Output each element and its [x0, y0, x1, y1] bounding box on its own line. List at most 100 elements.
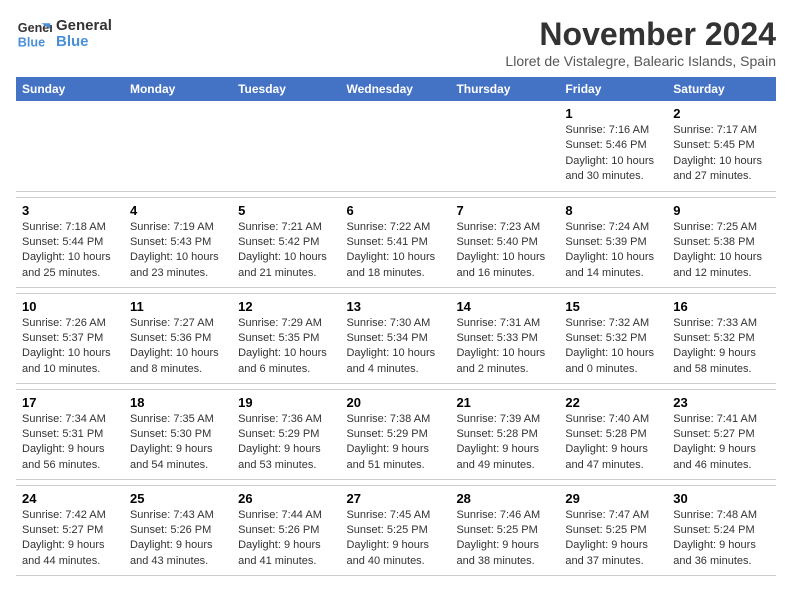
day-info: Sunrise: 7:19 AMSunset: 5:43 PMDaylight:… [130, 220, 226, 282]
day-info: Sunrise: 7:40 AMSunset: 5:28 PMDaylight:… [565, 412, 661, 474]
day-info: Sunrise: 7:45 AMSunset: 5:25 PMDaylight:… [346, 508, 444, 570]
day-info: Sunrise: 7:31 AMSunset: 5:33 PMDaylight:… [456, 316, 553, 378]
calendar-week-row: 10 Sunrise: 7:26 AMSunset: 5:37 PMDayligh… [16, 293, 776, 383]
logo-line2: Blue [56, 34, 112, 51]
day-info: Sunrise: 7:43 AMSunset: 5:26 PMDaylight:… [130, 508, 226, 570]
day-info: Sunrise: 7:38 AMSunset: 5:29 PMDaylight:… [346, 412, 444, 474]
svg-text:Blue: Blue [18, 36, 45, 50]
logo: General Blue General Blue [16, 16, 112, 52]
weekday-header: Wednesday [340, 77, 450, 101]
day-info: Sunrise: 7:16 AMSunset: 5:46 PMDaylight:… [565, 123, 661, 185]
day-info: Sunrise: 7:25 AMSunset: 5:38 PMDaylight:… [673, 220, 770, 282]
day-number: 22 [565, 395, 661, 410]
day-number: 15 [565, 299, 661, 314]
title-area: November 2024 Lloret de Vistalegre, Bale… [505, 16, 776, 69]
calendar-week-row: 17 Sunrise: 7:34 AMSunset: 5:31 PMDayligh… [16, 389, 776, 479]
calendar-cell: 1 Sunrise: 7:16 AMSunset: 5:46 PMDaylight… [559, 101, 667, 191]
calendar-cell: 26 Sunrise: 7:44 AMSunset: 5:26 PMDayligh… [232, 485, 340, 575]
location-title: Lloret de Vistalegre, Balearic Islands, … [505, 53, 776, 69]
day-number: 13 [346, 299, 444, 314]
day-number: 20 [346, 395, 444, 410]
day-number: 24 [22, 491, 118, 506]
calendar-week-row: 1 Sunrise: 7:16 AMSunset: 5:46 PMDaylight… [16, 101, 776, 191]
day-info: Sunrise: 7:17 AMSunset: 5:45 PMDaylight:… [673, 123, 770, 185]
day-info: Sunrise: 7:35 AMSunset: 5:30 PMDaylight:… [130, 412, 226, 474]
day-info: Sunrise: 7:22 AMSunset: 5:41 PMDaylight:… [346, 220, 444, 282]
calendar-cell: 9Sunrise: 7:25 AMSunset: 5:38 PMDaylight… [667, 197, 776, 287]
day-info: Sunrise: 7:39 AMSunset: 5:28 PMDaylight:… [456, 412, 553, 474]
day-number: 12 [238, 299, 334, 314]
month-title: November 2024 [505, 16, 776, 53]
calendar-cell: 5Sunrise: 7:21 AMSunset: 5:42 PMDaylight… [232, 197, 340, 287]
day-number: 26 [238, 491, 334, 506]
day-number: 27 [346, 491, 444, 506]
day-number: 17 [22, 395, 118, 410]
calendar-cell: 14 Sunrise: 7:31 AMSunset: 5:33 PMDayligh… [450, 293, 559, 383]
day-info: Sunrise: 7:21 AMSunset: 5:42 PMDaylight:… [238, 220, 334, 282]
calendar-week-row: 24 Sunrise: 7:42 AMSunset: 5:27 PMDayligh… [16, 485, 776, 575]
calendar-cell: 17 Sunrise: 7:34 AMSunset: 5:31 PMDayligh… [16, 389, 124, 479]
calendar-header: SundayMondayTuesdayWednesdayThursdayFrid… [16, 77, 776, 101]
day-number: 14 [456, 299, 553, 314]
calendar-cell: 18 Sunrise: 7:35 AMSunset: 5:30 PMDayligh… [124, 389, 232, 479]
header: General Blue General Blue November 2024 … [16, 16, 776, 69]
day-info: Sunrise: 7:42 AMSunset: 5:27 PMDaylight:… [22, 508, 118, 570]
day-info: Sunrise: 7:29 AMSunset: 5:35 PMDaylight:… [238, 316, 334, 378]
calendar-cell: 12 Sunrise: 7:29 AMSunset: 5:35 PMDayligh… [232, 293, 340, 383]
calendar-cell: 21Sunrise: 7:39 AMSunset: 5:28 PMDayligh… [450, 389, 559, 479]
day-number: 18 [130, 395, 226, 410]
day-info: Sunrise: 7:44 AMSunset: 5:26 PMDaylight:… [238, 508, 334, 570]
day-number: 10 [22, 299, 118, 314]
day-number: 23 [673, 395, 770, 410]
calendar-cell: 27 Sunrise: 7:45 AMSunset: 5:25 PMDayligh… [340, 485, 450, 575]
calendar-table: SundayMondayTuesdayWednesdayThursdayFrid… [16, 77, 776, 576]
weekday-header: Tuesday [232, 77, 340, 101]
calendar-cell: 23 Sunrise: 7:41 AMSunset: 5:27 PMDayligh… [667, 389, 776, 479]
day-info: Sunrise: 7:32 AMSunset: 5:32 PMDaylight:… [565, 316, 661, 378]
day-info: Sunrise: 7:34 AMSunset: 5:31 PMDaylight:… [22, 412, 118, 474]
calendar-cell: 22 Sunrise: 7:40 AMSunset: 5:28 PMDayligh… [559, 389, 667, 479]
day-info: Sunrise: 7:26 AMSunset: 5:37 PMDaylight:… [22, 316, 118, 378]
calendar-cell: 25 Sunrise: 7:43 AMSunset: 5:26 PMDayligh… [124, 485, 232, 575]
day-number: 4 [130, 203, 226, 218]
calendar-week-row: 3Sunrise: 7:18 AMSunset: 5:44 PMDaylight… [16, 197, 776, 287]
day-number: 30 [673, 491, 770, 506]
weekday-header: Thursday [450, 77, 559, 101]
day-number: 29 [565, 491, 661, 506]
calendar-cell [450, 101, 559, 191]
calendar-cell: 6 Sunrise: 7:22 AMSunset: 5:41 PMDaylight… [340, 197, 450, 287]
calendar-cell: 28 Sunrise: 7:46 AMSunset: 5:25 PMDayligh… [450, 485, 559, 575]
calendar-cell: 8 Sunrise: 7:24 AMSunset: 5:39 PMDaylight… [559, 197, 667, 287]
day-info: Sunrise: 7:27 AMSunset: 5:36 PMDaylight:… [130, 316, 226, 378]
calendar-cell: 11 Sunrise: 7:27 AMSunset: 5:36 PMDayligh… [124, 293, 232, 383]
day-info: Sunrise: 7:48 AMSunset: 5:24 PMDaylight:… [673, 508, 770, 570]
day-info: Sunrise: 7:24 AMSunset: 5:39 PMDaylight:… [565, 220, 661, 282]
day-number: 16 [673, 299, 770, 314]
day-number: 7 [456, 203, 553, 218]
day-info: Sunrise: 7:41 AMSunset: 5:27 PMDaylight:… [673, 412, 770, 474]
day-number: 1 [565, 106, 661, 121]
day-number: 28 [456, 491, 553, 506]
weekday-header: Sunday [16, 77, 124, 101]
calendar-cell: 10 Sunrise: 7:26 AMSunset: 5:37 PMDayligh… [16, 293, 124, 383]
day-number: 8 [565, 203, 661, 218]
calendar-cell: 15 Sunrise: 7:32 AMSunset: 5:32 PMDayligh… [559, 293, 667, 383]
calendar-cell: 30 Sunrise: 7:48 AMSunset: 5:24 PMDayligh… [667, 485, 776, 575]
day-number: 25 [130, 491, 226, 506]
day-number: 11 [130, 299, 226, 314]
day-info: Sunrise: 7:36 AMSunset: 5:29 PMDaylight:… [238, 412, 334, 474]
calendar-cell [232, 101, 340, 191]
day-info: Sunrise: 7:23 AMSunset: 5:40 PMDaylight:… [456, 220, 553, 282]
day-info: Sunrise: 7:18 AMSunset: 5:44 PMDaylight:… [22, 220, 118, 282]
calendar-cell: 29Sunrise: 7:47 AMSunset: 5:25 PMDayligh… [559, 485, 667, 575]
day-number: 19 [238, 395, 334, 410]
day-number: 6 [346, 203, 444, 218]
day-info: Sunrise: 7:46 AMSunset: 5:25 PMDaylight:… [456, 508, 553, 570]
calendar-cell: 7 Sunrise: 7:23 AMSunset: 5:40 PMDaylight… [450, 197, 559, 287]
weekday-header: Monday [124, 77, 232, 101]
calendar-cell [340, 101, 450, 191]
day-info: Sunrise: 7:30 AMSunset: 5:34 PMDaylight:… [346, 316, 444, 378]
calendar-cell: 24 Sunrise: 7:42 AMSunset: 5:27 PMDayligh… [16, 485, 124, 575]
calendar-cell [16, 101, 124, 191]
logo-line1: General [56, 18, 112, 35]
